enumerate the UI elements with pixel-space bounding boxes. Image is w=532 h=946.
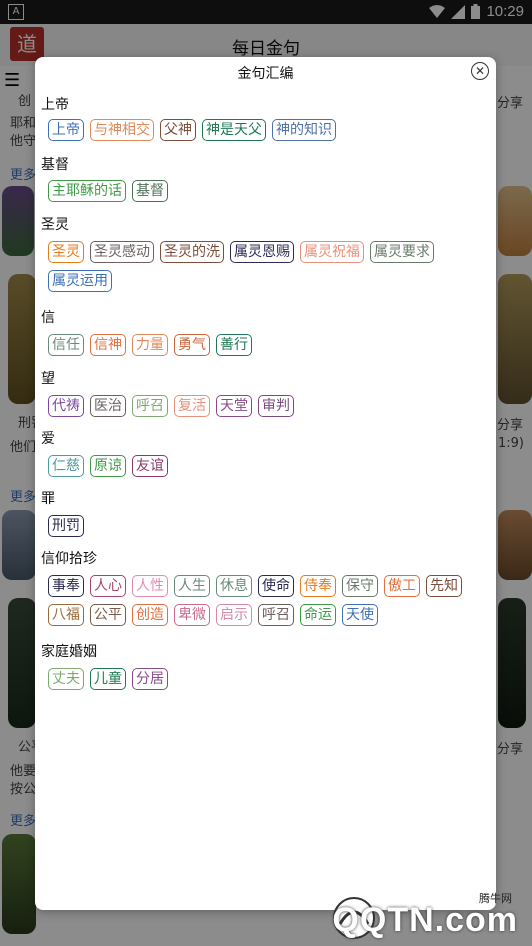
topic-tag[interactable]: 上帝	[48, 119, 84, 141]
category-heading: 上帝	[41, 97, 69, 113]
topic-tag[interactable]: 代祷	[48, 395, 84, 417]
topic-tag[interactable]: 呼召	[258, 604, 294, 626]
topic-tag[interactable]: 属灵要求	[370, 241, 434, 263]
topic-tag[interactable]: 分居	[132, 668, 168, 690]
tag-group: 信任 信神 力量 勇气 善行	[48, 334, 488, 356]
topic-tag[interactable]: 事奉	[48, 575, 84, 597]
tag-group: 圣灵 圣灵感动 圣灵的洗 属灵恩赐 属灵祝福 属灵要求属灵运用	[48, 241, 488, 292]
topic-tag[interactable]: 天使	[342, 604, 378, 626]
topic-tag[interactable]: 圣灵	[48, 241, 84, 263]
category-heading: 圣灵	[41, 217, 69, 233]
topic-tag[interactable]: 勇气	[174, 334, 210, 356]
topic-tag[interactable]: 人心	[90, 575, 126, 597]
topic-tag[interactable]: 圣灵的洗	[160, 241, 224, 263]
topic-tag[interactable]: 启示	[216, 604, 252, 626]
topic-tag[interactable]: 呼召	[132, 395, 168, 417]
topic-tag[interactable]: 复活	[174, 395, 210, 417]
category-heading: 望	[41, 371, 55, 387]
tag-group: 代祷 医治 呼召 复活 天堂 审判	[48, 395, 488, 417]
topic-tag[interactable]: 父神	[160, 119, 196, 141]
watermark: 腾牛网 QQTN.com	[328, 890, 518, 940]
topic-tag[interactable]: 圣灵感动	[90, 241, 154, 263]
topic-tag[interactable]: 天堂	[216, 395, 252, 417]
topic-tag[interactable]: 信任	[48, 334, 84, 356]
tag-group: 丈夫 儿童 分居	[48, 668, 488, 690]
topic-tag[interactable]: 公平	[90, 604, 126, 626]
tag-group: 事奉 人心 人性 人生 休息 使命 侍奉 保守 傲工 先知八福 公平 创造 卑微 启示 呼召 命运 天使	[48, 575, 488, 626]
topic-tag[interactable]: 力量	[132, 334, 168, 356]
category-heading: 罪	[41, 491, 55, 507]
topic-tag[interactable]: 主耶稣的话	[48, 180, 126, 202]
category-heading: 家庭婚姻	[41, 644, 97, 660]
watermark-text-en: QQTN.com	[332, 901, 518, 939]
category-heading: 信	[41, 310, 55, 326]
topic-tag[interactable]: 保守	[342, 575, 378, 597]
topic-tag[interactable]: 创造	[132, 604, 168, 626]
topic-tag[interactable]: 刑罚	[48, 515, 84, 537]
dialog-title: 金句汇编	[237, 66, 294, 82]
topic-tag[interactable]: 信神	[90, 334, 126, 356]
topic-tag[interactable]: 原谅	[90, 455, 126, 477]
topic-tag[interactable]: 卑微	[174, 604, 210, 626]
topic-tag[interactable]: 丈夫	[48, 668, 84, 690]
topic-tag[interactable]: 属灵祝福	[300, 241, 364, 263]
category-heading: 信仰拾珍	[41, 551, 97, 567]
topic-tag[interactable]: 属灵恩赐	[230, 241, 294, 263]
topic-tag[interactable]: 属灵运用	[48, 270, 112, 292]
topic-tag[interactable]: 儿童	[90, 668, 126, 690]
category-heading: 基督	[41, 157, 69, 173]
topic-tag[interactable]: 神的知识	[272, 119, 336, 141]
topic-tag[interactable]: 人性	[132, 575, 168, 597]
topic-tag[interactable]: 仁慈	[48, 455, 84, 477]
topic-tag[interactable]: 医治	[90, 395, 126, 417]
topic-tag[interactable]: 先知	[426, 575, 462, 597]
tag-group: 仁慈 原谅 友谊	[48, 455, 488, 477]
topic-tag[interactable]: 八福	[48, 604, 84, 626]
topic-tag[interactable]: 善行	[216, 334, 252, 356]
topic-tag[interactable]: 人生	[174, 575, 210, 597]
category-dialog: 金句汇编 ✕ 上帝 上帝 与神相交 父神 神是天父 神的知识 基督 主耶稣的话 基督 圣灵 圣灵 圣灵…	[35, 57, 496, 910]
topic-tag[interactable]: 使命	[258, 575, 294, 597]
tag-group: 刑罚	[48, 515, 488, 537]
category-heading: 爱	[41, 431, 55, 447]
tag-group: 上帝 与神相交 父神 神是天父 神的知识	[48, 119, 488, 141]
topic-tag[interactable]: 与神相交	[90, 119, 154, 141]
topic-tag[interactable]: 审判	[258, 395, 294, 417]
topic-tag[interactable]: 基督	[132, 180, 168, 202]
topic-tag[interactable]: 神是天父	[202, 119, 266, 141]
topic-tag[interactable]: 命运	[300, 604, 336, 626]
topic-tag[interactable]: 傲工	[384, 575, 420, 597]
close-icon[interactable]: ✕	[471, 62, 489, 80]
tag-group: 主耶稣的话 基督	[48, 180, 488, 202]
topic-tag[interactable]: 友谊	[132, 455, 168, 477]
topic-tag[interactable]: 休息	[216, 575, 252, 597]
topic-tag[interactable]: 侍奉	[300, 575, 336, 597]
